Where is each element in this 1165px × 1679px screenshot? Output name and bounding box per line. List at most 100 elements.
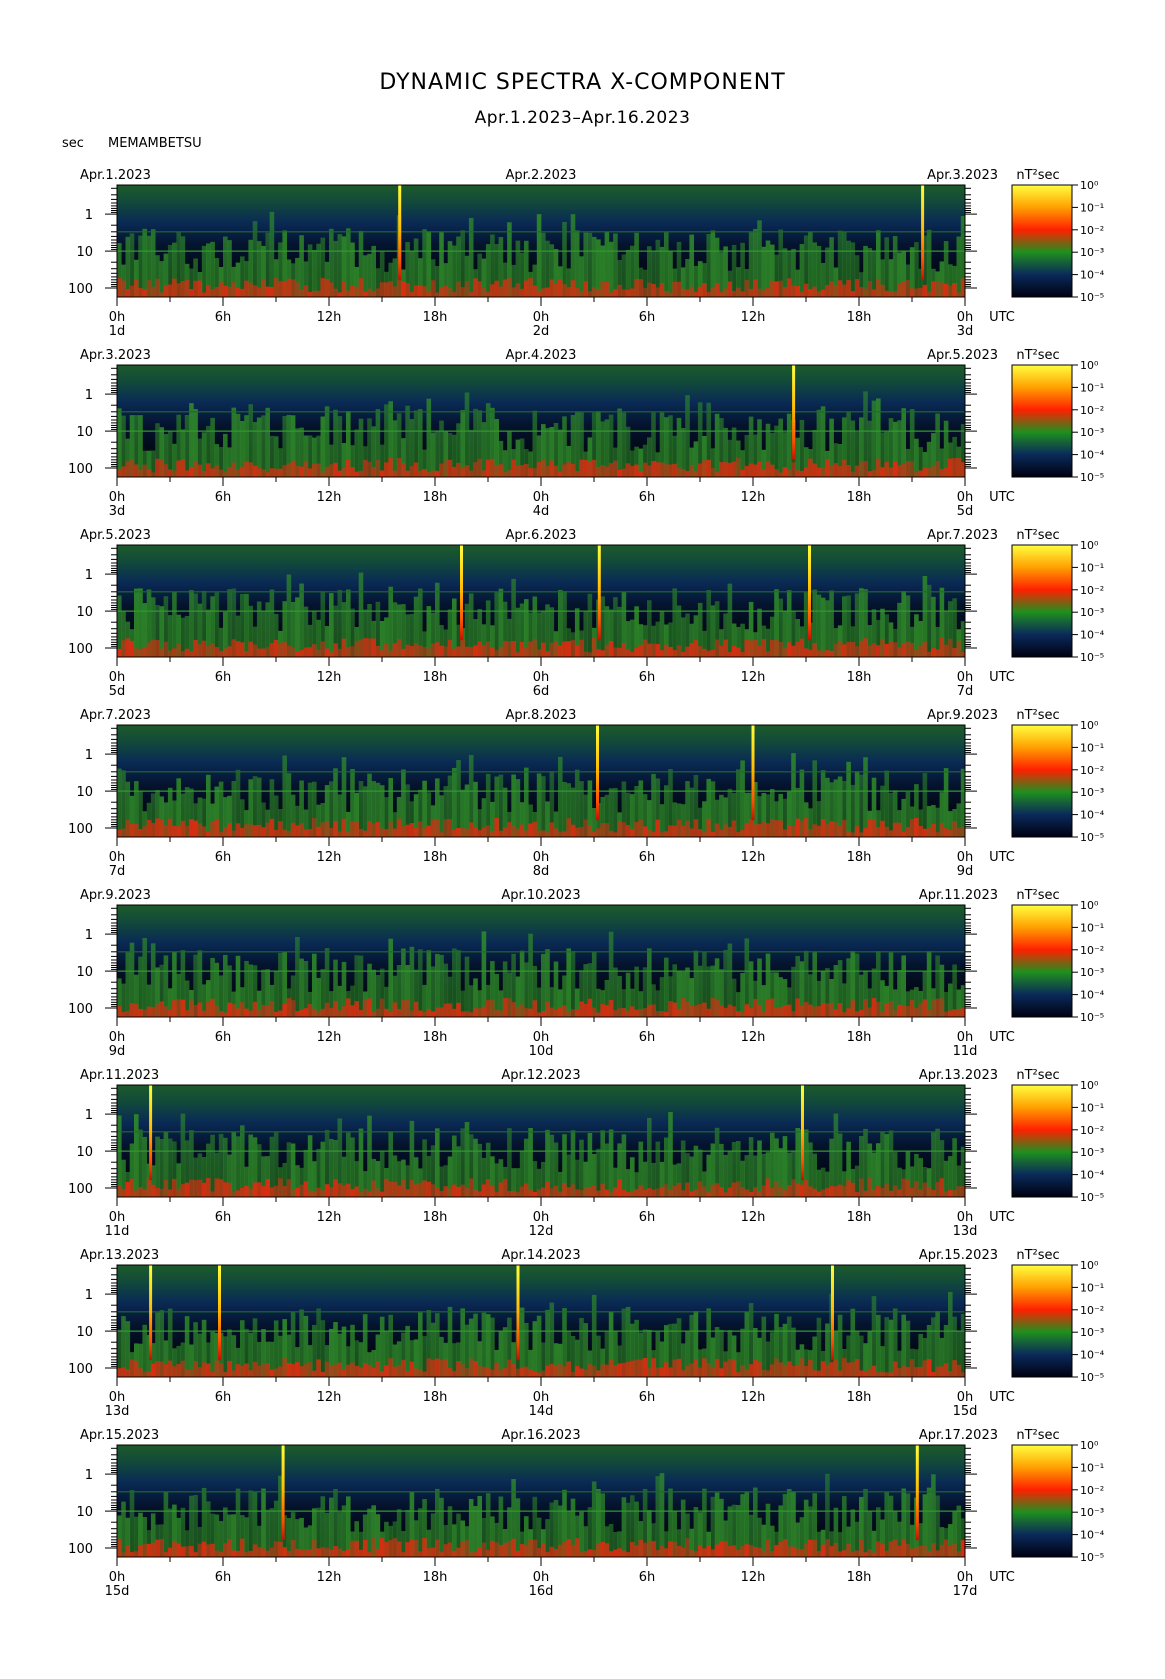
panel-date-mid: Apr.6.2023: [506, 528, 577, 543]
spectrogram-panel: Apr.7.2023 Apr.8.2023 Apr.9.2023 nT²sec 1 10 1…: [68, 708, 1105, 879]
y-tick-label: 1: [85, 208, 93, 223]
x-tick-label: 0h: [957, 1570, 974, 1585]
x-tick-label: 0h: [957, 1030, 974, 1045]
colorbar-tick-label: 10⁻¹: [1080, 1101, 1104, 1114]
spike-mark: [808, 545, 811, 641]
x-tick-label: 0h: [533, 1390, 550, 1405]
colorbar-tick-label: 10⁰: [1080, 359, 1099, 372]
spike-mark: [801, 1085, 804, 1181]
panel-date-mid: Apr.12.2023: [501, 1068, 580, 1083]
day-label: 17d: [953, 1584, 978, 1599]
x-tick-label: 0h: [109, 490, 126, 505]
colorbar-tick-label: 10⁻⁵: [1080, 1191, 1104, 1204]
colorbar-tick-label: 10⁻⁵: [1080, 471, 1104, 484]
y-tick-label: 10: [76, 245, 93, 260]
x-axis-unit: UTC: [989, 310, 1015, 325]
spectrogram-panel: Apr.9.2023 Apr.10.2023 Apr.11.2023 nT²sec11…: [68, 888, 1105, 1059]
panel-date-mid: Apr.10.2023: [501, 888, 580, 903]
colorbar-tick-label: 10⁻⁴: [1080, 1349, 1105, 1362]
x-tick-label: 0h: [957, 850, 974, 865]
panel-date-right: Apr.11.2023: [919, 888, 998, 903]
spectrogram-panel: Apr.11.2023 Apr.12.2023 Apr.13.2023 nT²sec 1…: [68, 1068, 1105, 1239]
day-label: 11d: [953, 1044, 978, 1059]
colorbar-unit: nT²sec: [1016, 1428, 1059, 1443]
y-tick-label: 100: [68, 1542, 93, 1557]
colorbar: [1011, 724, 1073, 838]
day-label: 7d: [109, 864, 126, 879]
spike-mark: [398, 185, 402, 281]
day-label: 14d: [529, 1404, 554, 1419]
panel-date-left: Apr.3.2023: [80, 348, 151, 363]
y-tick-label: 10: [76, 785, 93, 800]
x-axis-unit: UTC: [989, 1210, 1015, 1225]
colorbar-tick-label: 10⁻³: [1080, 426, 1104, 439]
spike-mark: [831, 1265, 834, 1361]
day-label: 5d: [109, 684, 126, 699]
x-tick-label: 0h: [109, 1390, 126, 1405]
x-tick-label: 6h: [215, 1210, 232, 1225]
y-tick-label: 100: [68, 1182, 93, 1197]
panel-date-left: Apr.1.2023: [80, 168, 151, 183]
colorbar-tick-label: 10⁻²: [1080, 1484, 1104, 1497]
x-tick-label: 12h: [317, 670, 342, 685]
colorbar-tick-label: 10⁻²: [1080, 944, 1104, 957]
x-axis-unit: UTC: [989, 670, 1015, 685]
spike-mark: [597, 545, 601, 641]
colorbar-tick-label: 10⁰: [1080, 719, 1099, 732]
colorbar-tick-label: 10⁻²: [1080, 404, 1104, 417]
spike-mark: [792, 365, 796, 461]
day-label: 4d: [533, 504, 550, 519]
spike-mark: [596, 725, 599, 821]
y-tick-label: 1: [85, 1288, 93, 1303]
colorbar-tick-label: 10⁻⁴: [1080, 809, 1105, 822]
x-axis-unit: UTC: [989, 1030, 1015, 1045]
spike-mark: [921, 185, 925, 281]
panel-date-mid: Apr.4.2023: [506, 348, 577, 363]
x-tick-label: 0h: [957, 670, 974, 685]
colorbar-tick-label: 10⁻²: [1080, 584, 1104, 597]
colorbar-tick-label: 10⁻⁵: [1080, 831, 1104, 844]
x-tick-label: 6h: [639, 670, 656, 685]
x-tick-label: 0h: [109, 1570, 126, 1585]
colorbar-tick-label: 10⁻⁴: [1080, 989, 1105, 1002]
colorbar-unit: nT²sec: [1016, 1248, 1059, 1263]
y-tick-label: 100: [68, 1002, 93, 1017]
colorbar-tick-label: 10⁻³: [1080, 1506, 1104, 1519]
colorbar-tick-label: 10⁻³: [1080, 786, 1104, 799]
day-label: 15d: [953, 1404, 978, 1419]
x-axis-unit: UTC: [989, 850, 1015, 865]
x-axis-unit: UTC: [989, 1390, 1015, 1405]
x-tick-label: 18h: [847, 1030, 872, 1045]
x-tick-label: 0h: [533, 310, 550, 325]
day-label: 11d: [105, 1224, 130, 1239]
x-tick-label: 12h: [317, 1210, 342, 1225]
day-label: 3d: [109, 504, 126, 519]
panel-date-right: Apr.3.2023: [927, 168, 998, 183]
panel-date-right: Apr.7.2023: [927, 528, 998, 543]
x-tick-label: 18h: [423, 1210, 448, 1225]
x-tick-label: 18h: [423, 490, 448, 505]
panel-date-right: Apr.17.2023: [919, 1428, 998, 1443]
day-label: 5d: [957, 504, 974, 519]
y-tick-label: 1: [85, 1108, 93, 1123]
spike-mark: [516, 1265, 520, 1361]
colorbar-tick-label: 10⁰: [1080, 1439, 1099, 1452]
x-tick-label: 0h: [533, 1030, 550, 1045]
day-label: 6d: [533, 684, 550, 699]
x-tick-label: 12h: [317, 1570, 342, 1585]
spectrogram-panel: Apr.13.2023 Apr.14.2023 Apr.15.2023 nT²sec 1…: [68, 1248, 1105, 1419]
x-tick-label: 18h: [847, 1570, 872, 1585]
colorbar-tick-label: 10⁻²: [1080, 1124, 1104, 1137]
colorbar: [1011, 1444, 1073, 1558]
spike-mark: [281, 1445, 285, 1541]
x-tick-label: 0h: [533, 670, 550, 685]
day-label: 13d: [953, 1224, 978, 1239]
y-tick-label: 100: [68, 1362, 93, 1377]
x-tick-label: 6h: [215, 490, 232, 505]
spike-mark: [915, 1445, 919, 1541]
x-tick-label: 6h: [639, 490, 656, 505]
colorbar: [1011, 184, 1073, 298]
x-tick-label: 0h: [957, 490, 974, 505]
colorbar-tick-label: 10⁻²: [1080, 764, 1104, 777]
x-tick-label: 6h: [639, 1210, 656, 1225]
